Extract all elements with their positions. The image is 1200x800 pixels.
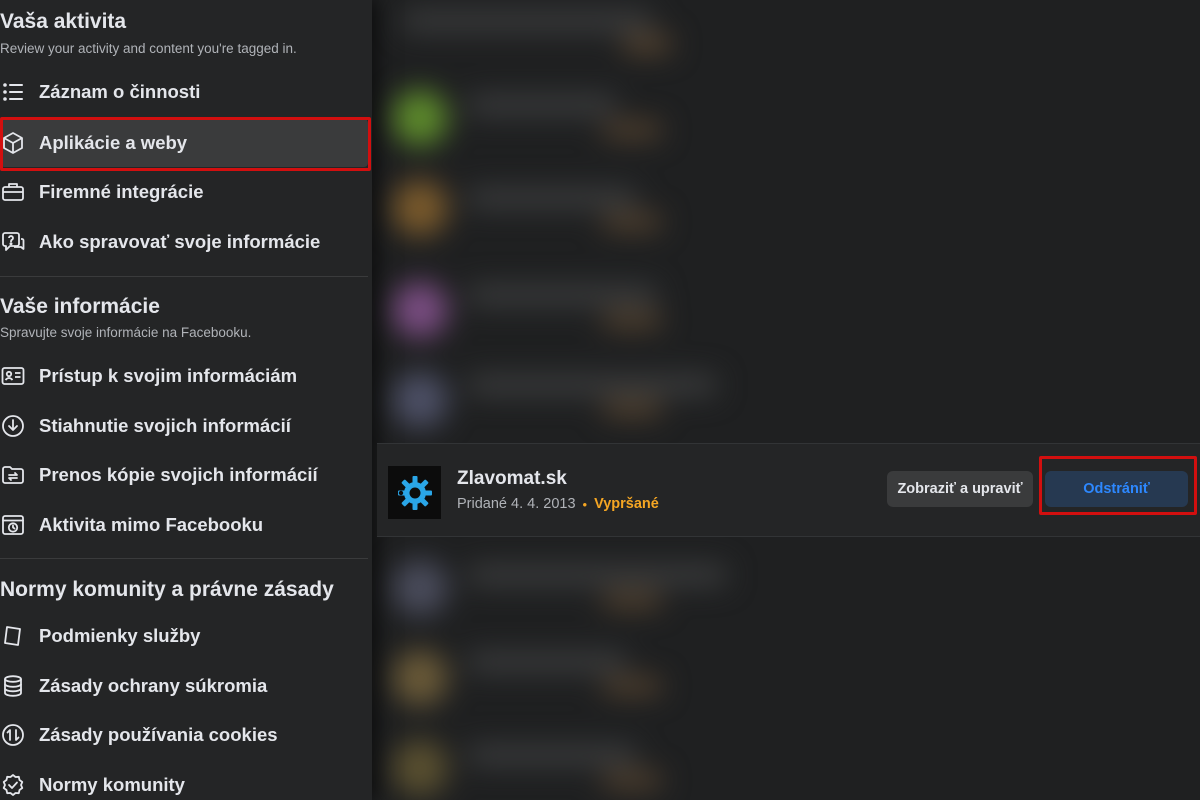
view-edit-button[interactable]: Zobraziť a upraviť bbox=[887, 471, 1033, 507]
sidebar-item-label: Firemné integrácie bbox=[39, 181, 204, 202]
sidebar-item-download-info[interactable]: Stiahnutie svojich informácií bbox=[0, 402, 368, 450]
app-added-date: Pridané 4. 4. 2013 bbox=[457, 496, 576, 512]
sidebar-item-privacy-policy[interactable]: Zásady ochrany súkromia bbox=[0, 662, 368, 710]
sidebar-item-label: Záznam o činnosti bbox=[39, 81, 201, 102]
history-window-icon bbox=[0, 512, 26, 538]
document-icon bbox=[0, 623, 26, 649]
help-bubble-icon bbox=[0, 229, 26, 255]
sidebar-item-label: Podmienky služby bbox=[39, 625, 201, 646]
apps-list bbox=[372, 0, 1200, 800]
database-icon bbox=[0, 673, 26, 699]
cube-icon bbox=[0, 130, 26, 156]
sidebar-item-label: Zásady ochrany súkromia bbox=[39, 675, 268, 696]
section-title-info: Vaše informácie bbox=[0, 295, 160, 318]
gear-logo-icon bbox=[397, 475, 432, 510]
sidebar-item-manage-info[interactable]: Ako spravovať svoje informácie bbox=[0, 218, 368, 266]
sidebar-item-label: Normy komunity bbox=[39, 774, 185, 795]
sidebar-item-cookies-policy[interactable]: Zásady používania cookies bbox=[0, 711, 368, 759]
briefcase-icon bbox=[0, 179, 26, 205]
section-title-activity: Vaša aktivita bbox=[0, 10, 127, 33]
blurred-app-entries bbox=[372, 0, 1200, 800]
id-card-icon bbox=[0, 363, 26, 389]
badge-check-icon bbox=[0, 772, 26, 798]
meta-separator: • bbox=[582, 496, 588, 512]
sidebar-item-community-standards[interactable]: Normy komunity bbox=[0, 761, 368, 800]
sidebar-item-activity-log[interactable]: Záznam o činnosti bbox=[0, 68, 368, 116]
screen: Zlavomat.sk Pridané 4. 4. 2013 • Vypršan… bbox=[0, 0, 1200, 800]
folder-transfer-icon bbox=[0, 462, 26, 488]
sidebar-item-label: Prístup k svojim informáciám bbox=[39, 365, 298, 386]
sidebar-item-access-info[interactable]: Prístup k svojim informáciám bbox=[0, 352, 368, 400]
sidebar-item-label: Aktivita mimo Facebooku bbox=[39, 514, 264, 535]
sidebar-item-off-facebook-activity[interactable]: Aktivita mimo Facebooku bbox=[0, 501, 368, 549]
app-meta: Pridané 4. 4. 2013 • Vypršané bbox=[457, 496, 659, 512]
app-name: Zlavomat.sk bbox=[457, 468, 567, 489]
sidebar-item-business-integrations[interactable]: Firemné integrácie bbox=[0, 168, 368, 216]
list-icon bbox=[0, 79, 26, 105]
section-subtitle-info: Spravujte svoje informácie na Facebooku. bbox=[0, 325, 252, 340]
section-title-community: Normy komunity a právne zásady bbox=[0, 578, 334, 601]
sidebar-item-terms[interactable]: Podmienky služby bbox=[0, 612, 368, 660]
download-icon bbox=[0, 413, 26, 439]
section-divider bbox=[0, 276, 368, 277]
app-row-zlavomat: Zlavomat.sk Pridané 4. 4. 2013 • Vypršan… bbox=[377, 443, 1200, 537]
sidebar-item-apps-and-websites[interactable]: Aplikácie a weby bbox=[0, 119, 368, 167]
sidebar-item-label: Prenos kópie svojich informácií bbox=[39, 464, 318, 485]
sync-arrows-icon bbox=[0, 722, 26, 748]
sidebar-item-transfer-info[interactable]: Prenos kópie svojich informácií bbox=[0, 451, 368, 499]
remove-button[interactable]: Odstrániť bbox=[1045, 471, 1188, 507]
section-subtitle-activity: Review your activity and content you're … bbox=[0, 41, 297, 56]
sidebar-item-label: Ako spravovať svoje informácie bbox=[39, 231, 321, 252]
sidebar-item-label: Stiahnutie svojich informácií bbox=[39, 415, 291, 436]
sidebar: Vaša aktivita Review your activity and c… bbox=[0, 0, 372, 800]
app-status: Vypršané bbox=[594, 496, 659, 512]
section-divider bbox=[0, 558, 368, 559]
app-logo bbox=[388, 466, 441, 519]
sidebar-item-label: Aplikácie a weby bbox=[39, 132, 188, 153]
sidebar-item-label: Zásady používania cookies bbox=[39, 724, 278, 745]
